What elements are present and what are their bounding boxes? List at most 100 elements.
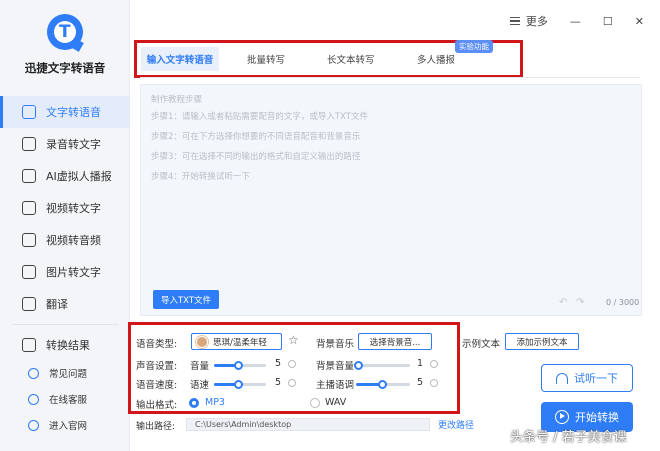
play-icon [555,410,569,424]
voice-type-label: 语音类型: [136,339,178,350]
website-link[interactable]: 进入官网 [0,412,130,438]
sound-settings-label: 声音设置: [136,361,178,372]
pitch-reset-toggle[interactable] [430,379,438,387]
tab-bar: 输入文字转语音 批量转写 长文本转写 多人播报 实验功能 [134,40,523,78]
text-to-speech-icon [22,105,36,119]
sidebar-item-image-to-text[interactable]: 图片转文字 [0,256,130,288]
sidebar-item-record-to-text[interactable]: 录音转文字 [0,128,130,160]
format-wav-label: WAV [325,397,347,408]
speed-label: 语速 [190,380,210,391]
speed-slider-knob[interactable] [234,380,243,389]
website-icon [28,419,39,431]
maximize-icon[interactable]: ☐ [603,15,613,28]
tab-batch[interactable]: 批量转写 [247,52,285,66]
editor-hint-step: 步骤3：可在选择不同的输出的格式和自定义输出的路径 [151,152,361,162]
pitch-label: 主播语调 [316,380,355,391]
speed-slider[interactable] [214,380,266,389]
editor-hint-step: 步骤4：开始转换试听一下 [151,172,250,182]
question-icon [28,367,39,379]
minimize-icon[interactable]: — [570,15,581,28]
sidebar-item-label: 翻译 [46,298,68,311]
sidebar-item-label: 视频转音频 [46,234,101,247]
record-icon [22,137,36,151]
convert-label: 开始转换 [575,411,619,424]
format-mp3-label: MP3 [205,397,225,408]
listen-label: 试听一下 [574,372,618,385]
choose-bg-music-button[interactable]: 选择背景音... [358,333,432,350]
bg-volume-reset-toggle[interactable] [430,360,438,368]
menu-icon [509,17,520,25]
sidebar-item-label: 文字转语音 [46,106,101,119]
listen-button[interactable]: 试听一下 [541,364,633,392]
headphones-icon [556,372,568,384]
example-text-label: 示例文本 [462,339,501,350]
output-format-label: 输出格式: [136,400,178,411]
more-label: 更多 [525,15,548,28]
sidebar-item-video-to-text[interactable]: 视频转文字 [0,192,130,224]
sidebar-item-ai-avatar[interactable]: AI虚拟人播报 [0,160,130,192]
sidebar-item-label: 转换结果 [46,339,90,352]
volume-reset-toggle[interactable] [288,360,296,368]
format-mp3-radio[interactable] [189,398,199,408]
watermark-text: 头条号 / 若子美食课 [510,430,627,445]
tab-divider [140,77,640,78]
pitch-slider-knob[interactable] [378,380,387,389]
speech-speed-label: 语音速度: [136,380,178,391]
support-link[interactable]: 在线客服 [0,386,130,412]
output-path-value: C:\Users\Admin\desktop [195,420,292,429]
speed-reset-toggle[interactable] [288,379,296,387]
undo-icon[interactable]: ↶ [559,297,567,308]
volume-value: 5 [275,358,282,369]
translate-icon [22,297,36,311]
text-editor[interactable]: 制作教程步骤 步骤1：请输入或者粘贴需要配音的文字，或导入TXT文件 步骤2：可… [140,84,642,316]
volume-slider[interactable] [214,361,266,370]
sidebar-item-results[interactable]: 转换结果 [0,329,130,361]
volume-slider-knob[interactable] [234,361,243,370]
voice-avatar [196,335,208,348]
favorite-star-icon[interactable]: ☆ [288,333,299,347]
redo-icon[interactable]: ↷ [576,297,584,308]
experimental-badge: 实验功能 [455,40,493,53]
tab-multi-speaker[interactable]: 多人播报 [417,52,455,66]
tab-long-text[interactable]: 长文本转写 [327,52,375,66]
bg-volume-value: 1 [417,358,424,369]
pitch-value: 5 [417,377,424,388]
change-path-link[interactable]: 更改路径 [438,418,474,431]
video-audio-icon [22,233,36,247]
format-wav-radio[interactable] [310,398,320,408]
sidebar-item-label: 图片转文字 [46,266,101,279]
bg-volume-slider[interactable] [354,361,410,370]
sidebar-bottom-links: 常见问题 在线客服 进入官网 [0,360,130,438]
sidebar-item-label: 视频转文字 [46,202,101,215]
import-txt-button[interactable]: 导入TXT文件 [153,290,219,309]
pitch-slider[interactable] [356,380,410,389]
char-counter: 0 / 3000 [606,298,640,307]
sidebar-item-label: 录音转文字 [46,138,101,151]
volume-label: 音量 [190,361,210,372]
sidebar-item-video-to-audio[interactable]: 视频转音频 [0,224,130,256]
faq-label: 常见问题 [49,369,88,380]
editor-hint-title: 制作教程步骤 [151,95,203,105]
voice-select-button[interactable]: 思琪/温柔年轻 [191,333,282,350]
sidebar-divider [12,324,118,325]
speed-value: 5 [275,377,282,388]
result-icon [22,338,36,352]
close-icon[interactable]: ✕ [635,15,644,28]
output-path-label: 输出路径: [136,422,176,432]
bg-volume-slider-knob[interactable] [354,361,363,370]
ai-avatar-icon [22,169,36,183]
faq-link[interactable]: 常见问题 [0,360,130,386]
sidebar-item-translate[interactable]: 翻译 [0,288,130,320]
more-menu-button[interactable]: 更多 [509,13,548,29]
add-example-text-button[interactable]: 添加示例文本 [505,333,579,350]
app-name: 迅捷文字转语音 [24,61,106,75]
sidebar-item-text-to-speech[interactable]: 文字转语音 [0,96,130,128]
window-controls: 更多 — ☐ ✕ [509,13,644,29]
support-icon [28,393,39,405]
sidebar-item-label: AI虚拟人播报 [46,170,112,183]
support-label: 在线客服 [49,395,88,406]
output-path-field[interactable]: C:\Users\Admin\desktop [186,418,430,431]
tab-input-text[interactable]: 输入文字转语音 [141,47,219,71]
bg-music-label: 背景音乐 [316,339,355,350]
sidebar-nav: 文字转语音 录音转文字 AI虚拟人播报 视频转文字 视频转音频 图片转文字 翻译 [0,96,130,361]
